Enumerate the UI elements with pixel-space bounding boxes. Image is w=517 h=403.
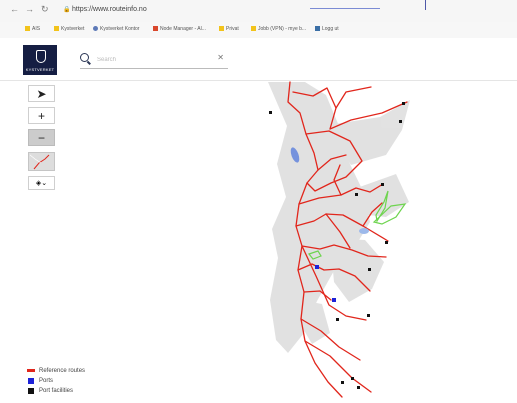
basemap-thumbnail[interactable] [28,152,55,171]
browser-toolbar: ← → ↻ 🔒 https://www.routeinfo.no [0,0,517,23]
bookmark-privat[interactable]: Privat [219,26,239,32]
bookmark-kystverket-kontor[interactable]: Kystverket Kontor [93,26,139,32]
folder-icon [219,26,224,31]
reload-icon[interactable]: ↻ [41,4,49,15]
bookmark-kystverket[interactable]: Kystverket [54,26,84,32]
clear-icon[interactable]: ✕ [217,53,224,62]
back-icon[interactable]: ← [10,4,19,14]
bookmarks-bar: AIS Kystverket Kystverket Kontor Node Ma… [0,22,517,39]
bookmark-logg-ut[interactable]: Logg ut [315,26,339,32]
bookmark-ais[interactable]: AIS [25,26,40,32]
site-icon [153,26,158,31]
map-legend: Reference routes Ports Port facilities [27,366,85,396]
map-canvas[interactable] [0,81,517,403]
lock-icon: 🔒 [63,7,71,13]
legend-item: Ports [27,376,85,386]
layers-button[interactable]: ◈⌄ [28,176,55,190]
forward-icon[interactable]: → [25,4,34,14]
decorative-stroke [310,2,380,9]
locate-arrow-icon: ➤ [36,87,47,101]
land-areas [268,82,410,353]
legend-swatch [28,378,34,384]
decorative-tick [425,0,426,10]
folder-icon [251,26,256,31]
search-input[interactable] [95,51,219,69]
legend-swatch [28,388,34,394]
bookmark-node-manager[interactable]: Node Manager - Al... [153,26,206,32]
legend-swatch [27,369,35,372]
zoom-in-button[interactable]: + [28,107,55,124]
url-bar[interactable]: https://www.routeinfo.no [72,6,147,13]
site-icon [315,26,320,31]
folder-icon [25,26,30,31]
chevron-down-icon: ⌄ [41,180,48,187]
bookmark-jobb[interactable]: Jobb (VPN) - mye b... [251,26,306,32]
search-icon [80,53,89,62]
locate-button[interactable]: ➤ [28,85,55,102]
search-box: ✕ [80,51,228,69]
zoom-out-button[interactable]: − [28,129,55,146]
legend-item: Reference routes [27,366,85,376]
legend-item: Port facilities [27,386,85,396]
shield-icon [36,50,46,63]
route-map [268,81,410,398]
app-header [0,38,517,81]
folder-icon [54,26,59,31]
site-icon [93,26,98,31]
kystverket-logo[interactable]: KYSTVERKET [23,45,57,75]
basemap-thumb-icon [29,154,50,170]
